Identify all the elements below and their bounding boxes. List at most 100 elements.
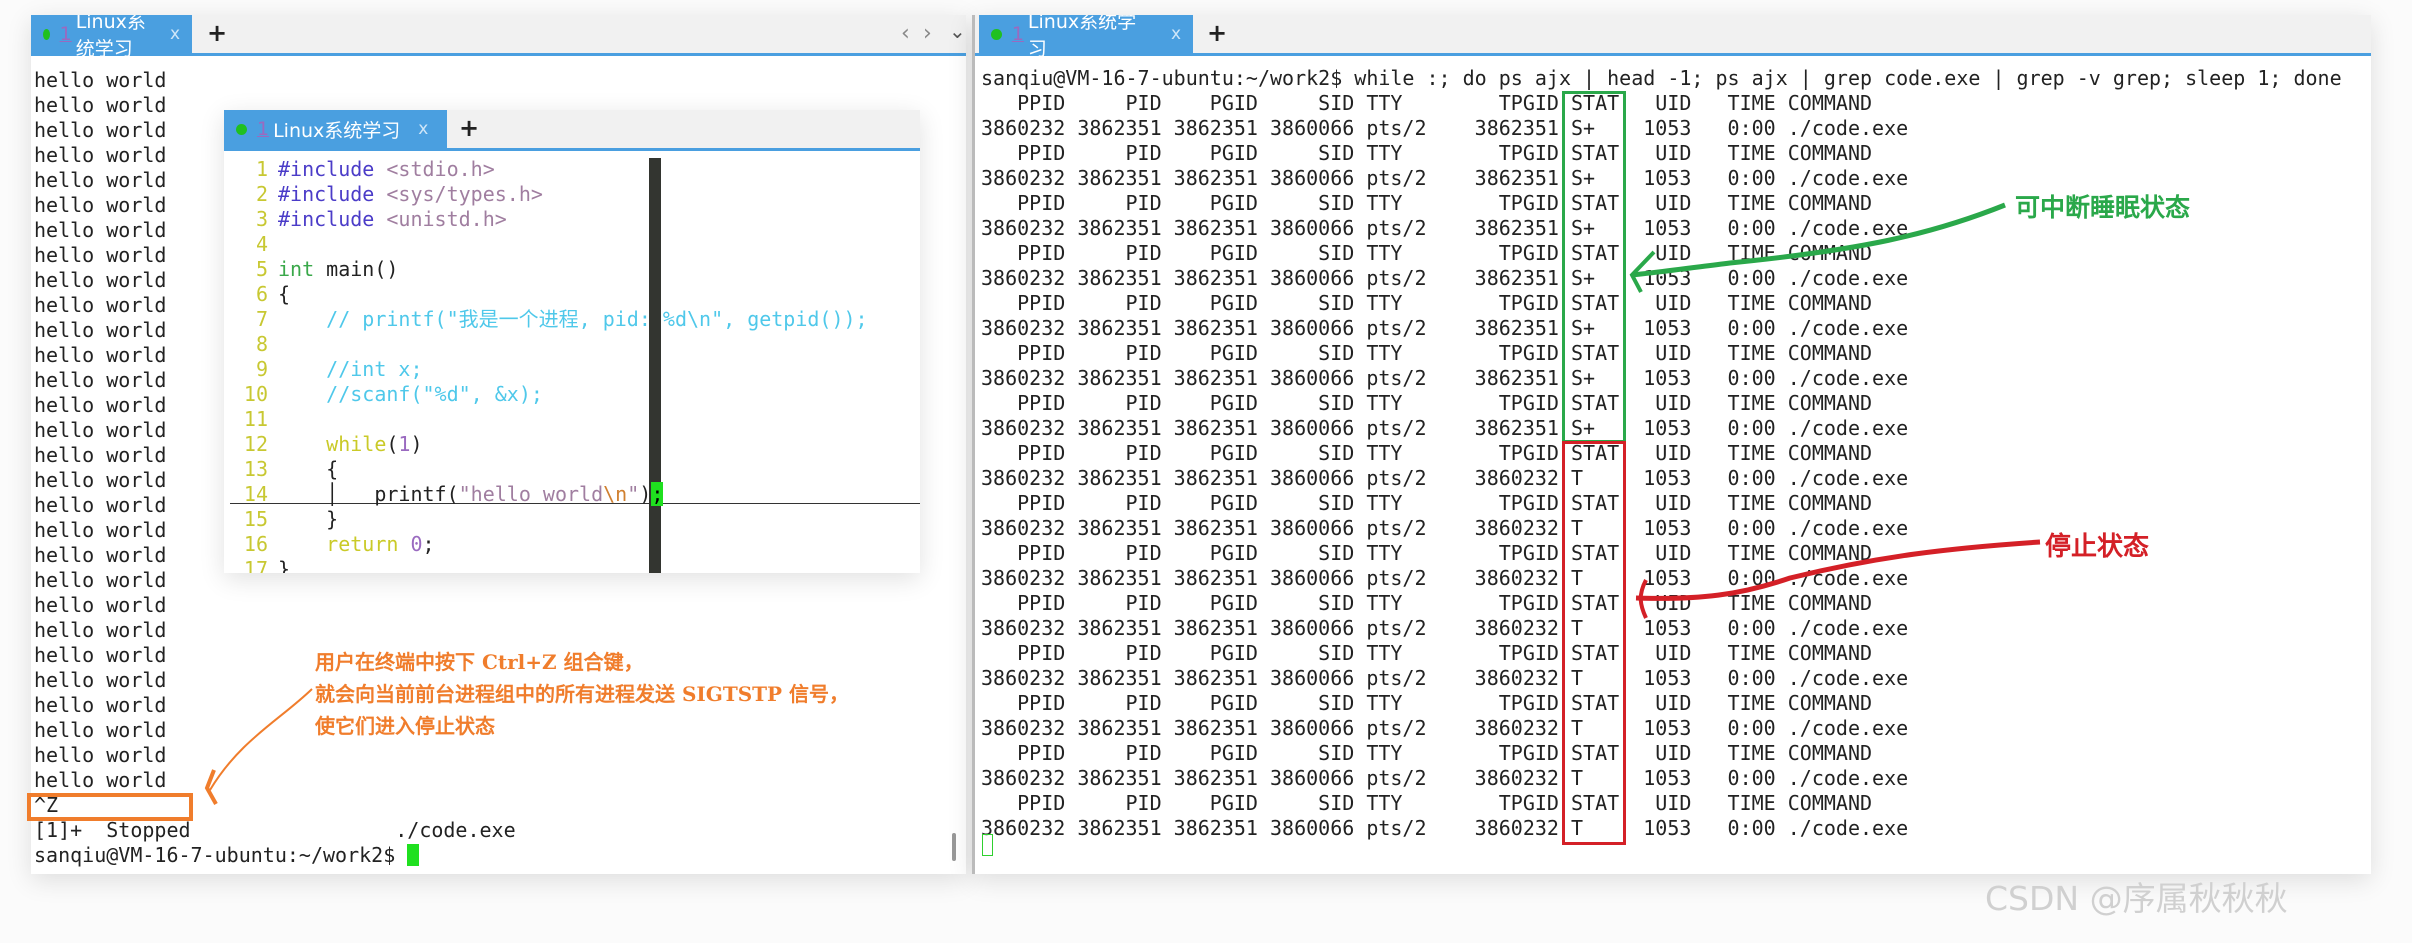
line-number: 5 <box>255 257 268 281</box>
line-number: 15 <box>243 507 268 531</box>
tab-linux-study[interactable]: 1 Linux系统学习 x <box>224 110 447 148</box>
code-token: } <box>278 557 291 573</box>
status-dot-icon <box>236 123 247 135</box>
code-line: 6{ <box>224 282 868 307</box>
tab-linux-study[interactable]: 1 Linux系统学习 x <box>979 15 1193 60</box>
ps-process-line: 3860232 3862351 3862351 3860066 pts/2 38… <box>981 316 1909 340</box>
ps-process-line: 3860232 3862351 3862351 3860066 pts/2 38… <box>981 666 1909 690</box>
ps-header-line: PPID PID PGID SID TTY TPGID STAT UID TIM… <box>981 341 1873 365</box>
code-line: 15 } <box>224 507 868 532</box>
ps-header-line: PPID PID PGID SID TTY TPGID STAT UID TIM… <box>981 291 1873 315</box>
line-number: 1 <box>255 157 268 181</box>
line-number: 13 <box>243 457 268 481</box>
tab-menu-icon[interactable]: ⌄ <box>949 19 966 43</box>
code-token: } <box>278 507 339 531</box>
ps-header-line: PPID PID PGID SID TTY TPGID STAT UID TIM… <box>981 691 1873 715</box>
tab-bar: 1 Linux系统学习 x + ‹ › ⌄ <box>31 15 966 60</box>
close-tab-icon[interactable]: x <box>170 24 180 44</box>
code-line: 4 <box>224 232 868 257</box>
terminal-cursor <box>982 834 993 856</box>
tab-next-icon[interactable]: › <box>923 21 932 46</box>
right-terminal-window: 1 Linux系统学习 x + sanqiu@VM-16-7-ubuntu:~/… <box>972 15 2371 874</box>
stopped-label: 停止状态 <box>2045 532 2150 562</box>
tab-prev-icon[interactable]: ‹ <box>901 21 910 46</box>
new-tab-button[interactable]: + <box>459 114 479 142</box>
tab-linux-study[interactable]: 1 Linux系统学习 x <box>31 15 192 60</box>
new-tab-button[interactable]: + <box>207 19 227 47</box>
close-tab-icon[interactable]: x <box>418 119 428 139</box>
code-line: 9 //int x; <box>224 357 868 382</box>
tab-number: 1 <box>1011 23 1024 45</box>
code-line: 16 return 0; <box>224 532 868 557</box>
output-line: hello world <box>34 618 167 642</box>
code-line: 3 #include <unistd.h> <box>224 207 868 232</box>
close-tab-icon[interactable]: x <box>1171 24 1181 44</box>
status-dot-icon <box>991 28 1002 40</box>
line-number: 8 <box>255 332 268 356</box>
code-token: #include <box>278 157 375 181</box>
tab-label: Linux系统学习 <box>273 119 401 142</box>
tab-bar: 1 Linux系统学习 x + <box>224 110 920 151</box>
right-terminal-output[interactable]: sanqiu@VM-16-7-ubuntu:~/work2$ while :; … <box>981 66 2342 841</box>
ps-header-line: PPID PID PGID SID TTY TPGID STAT UID TIM… <box>981 441 1873 465</box>
code-token: main() <box>314 257 399 281</box>
job-status-line: [1]+ Stopped ./code.exe <box>34 818 516 842</box>
prompt-line: sanqiu@VM-16-7-ubuntu:~/work2$ <box>34 843 516 868</box>
output-line: hello world <box>34 593 167 617</box>
ps-header-line: PPID PID PGID SID TTY TPGID STAT UID TIM… <box>981 591 1873 615</box>
code-token: #include <box>278 207 375 231</box>
line-number: 17 <box>243 557 268 573</box>
note-line: 就会向当前前台进程组中的所有进程发送 SIGTSTP 信号， <box>315 682 850 706</box>
code-editor[interactable]: 1 #include <stdio.h> 2 #include <sys/types.… <box>224 157 868 573</box>
line-number: 6 <box>255 282 268 306</box>
ps-header-line: PPID PID PGID SID TTY TPGID STAT UID TIM… <box>981 791 1873 815</box>
line-number: 16 <box>243 532 268 556</box>
output-line: hello world <box>34 768 167 792</box>
ctrl-z-highlight-box <box>27 793 193 821</box>
stopped-stat-box <box>1562 441 1626 845</box>
code-line: 13 { <box>224 457 868 482</box>
line-number: 9 <box>255 357 268 381</box>
code-token: return <box>278 532 399 556</box>
line-number: 14 <box>243 482 268 506</box>
output-line: hello world <box>34 68 167 92</box>
code-token: " <box>627 482 640 506</box>
code-line: 7 // printf("我是一个进程, pid: %d\n", getpid(… <box>224 307 868 332</box>
code-token: #include <box>278 182 375 206</box>
ps-header-line: PPID PID PGID SID TTY TPGID STAT UID TIM… <box>981 91 1873 115</box>
code-token: //scanf("%d", &x); <box>278 382 543 406</box>
code-token: while <box>278 432 387 456</box>
code-token: <unistd.h> <box>374 207 507 231</box>
note-line: 用户在终端中按下 Ctrl+Z 组合键， <box>315 650 644 674</box>
line-number: 10 <box>243 382 268 406</box>
ps-header-line: PPID PID PGID SID TTY TPGID STAT UID TIM… <box>981 641 1873 665</box>
command-line: sanqiu@VM-16-7-ubuntu:~/work2$ while :; … <box>981 66 2342 90</box>
code-token: │ printf( <box>278 482 459 506</box>
ps-process-line: 3860232 3862351 3862351 3860066 pts/2 38… <box>981 716 1909 740</box>
new-tab-button[interactable]: + <box>1207 19 1227 47</box>
code-line: 17} <box>224 557 868 573</box>
sleeping-label: 可中断睡眠状态 <box>2015 193 2191 222</box>
code-line: 11 <box>224 407 868 432</box>
code-token: 1 <box>398 432 411 456</box>
line-number: 7 <box>255 307 268 331</box>
ps-header-line: PPID PID PGID SID TTY TPGID STAT UID TIM… <box>981 741 1873 765</box>
code-token: { <box>278 282 291 306</box>
line-number: 2 <box>255 182 268 206</box>
code-token: "hello world <box>458 482 604 506</box>
scrollbar[interactable] <box>952 833 956 861</box>
code-token: \n <box>603 482 628 506</box>
ps-process-line: 3860232 3862351 3862351 3860066 pts/2 38… <box>981 566 1909 590</box>
ps-process-line: 3860232 3862351 3862351 3860066 pts/2 38… <box>981 616 1909 640</box>
ps-header-line: PPID PID PGID SID TTY TPGID STAT UID TIM… <box>981 241 1873 265</box>
code-token: ( <box>386 432 399 456</box>
code-line: 5 int main() <box>224 257 868 282</box>
code-line: 1 #include <stdio.h> <box>224 157 868 182</box>
ps-process-line: 3860232 3862351 3862351 3860066 pts/2 38… <box>981 116 1909 140</box>
ctrl-z-note: 用户在终端中按下 Ctrl+Z 组合键， 就会向当前前台进程组中的所有进程发送 … <box>315 646 849 742</box>
code-token: // printf("我是一个进程, pid: %d\n", getpid())… <box>278 307 868 331</box>
code-token: ; <box>651 482 664 506</box>
prompt: sanqiu@VM-16-7-ubuntu:~/work2$ <box>34 843 408 867</box>
code-line: 14 │ printf("hello world\n"); <box>224 482 868 507</box>
ps-process-line: 3860232 3862351 3862351 3860066 pts/2 38… <box>981 266 1909 290</box>
